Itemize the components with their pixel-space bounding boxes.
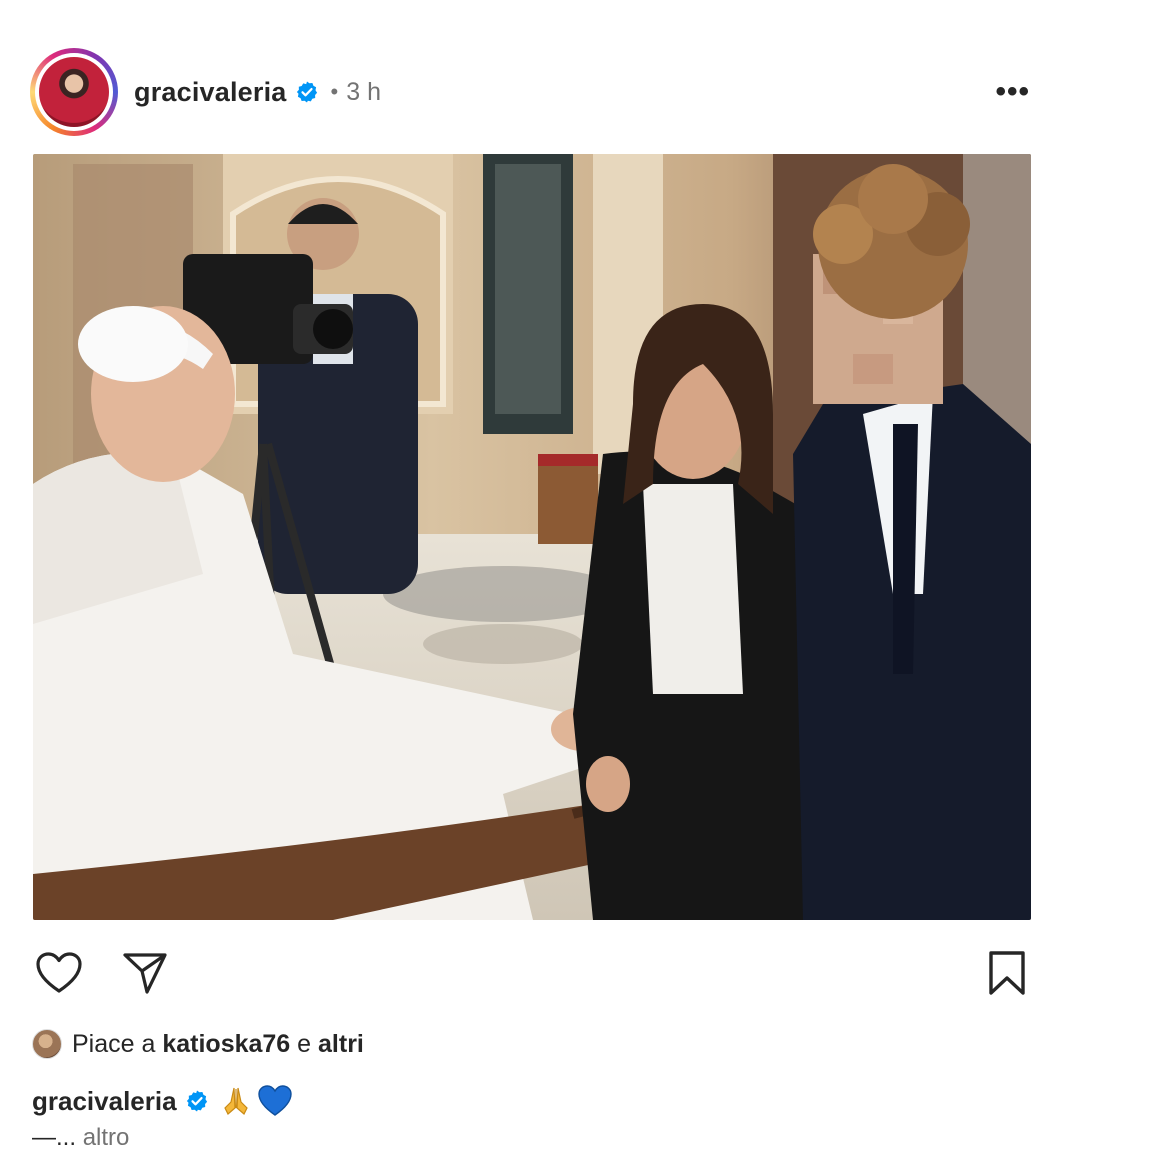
post-photo[interactable] [33,154,1031,920]
caption-more: —... altro [32,1124,129,1152]
heart-icon [36,952,82,993]
likes-prefix: Piace a [72,1029,156,1058]
like-button[interactable] [32,946,86,1000]
verified-badge-icon [295,80,319,104]
instagram-post: gracivaleria • 3 h ••• Piace a katioska7… [0,0,1174,1175]
share-button[interactable] [118,946,172,1000]
bookmark-icon [989,951,1025,995]
likes-others-link[interactable]: altri [318,1030,364,1059]
verified-badge-icon [185,1089,209,1113]
post-caption: gracivaleria [32,1081,293,1121]
post-actions [30,946,1030,1002]
blue-heart-emoji [257,1084,293,1118]
save-button[interactable] [980,946,1034,1000]
more-options-button[interactable]: ••• [995,75,1030,109]
photo-image [33,154,1031,920]
post-username[interactable]: gracivaleria [134,77,287,108]
caption-truncation: —... [32,1124,77,1151]
send-icon [123,953,167,994]
praying-hands-emoji [219,1084,253,1118]
post-time[interactable]: 3 h [346,78,381,107]
liker-avatar[interactable] [32,1029,62,1059]
likes-joiner: e [297,1029,312,1058]
avatar [39,57,109,127]
liker-username[interactable]: katioska76 [162,1030,290,1059]
header-separator: • [330,79,339,104]
story-ring[interactable] [30,48,118,136]
more-link[interactable]: altro [83,1124,130,1151]
caption-username[interactable]: gracivaleria [32,1086,177,1117]
likes-summary: Piace a katioska76 e altri [32,1026,364,1062]
post-header: gracivaleria • 3 h ••• [30,44,1030,140]
